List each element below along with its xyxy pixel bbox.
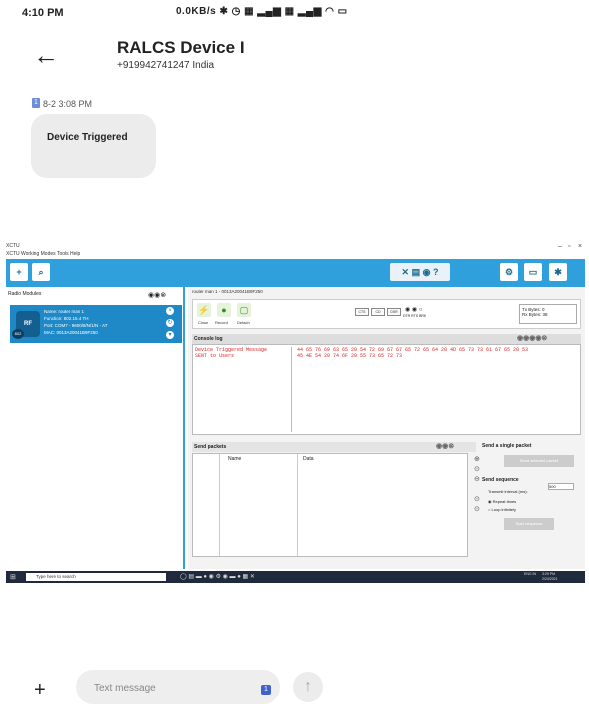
device-menu-icon: ▾ (166, 331, 174, 339)
minimize-icon: – (558, 243, 562, 250)
contact-name: RALCS Device I (117, 38, 245, 57)
send-packets-header: Send packets ◉◉⊗ (192, 442, 476, 452)
message-time: 8-2 3:08 PM (43, 99, 93, 109)
windows-start-icon: ⊞ (10, 574, 16, 581)
start-sequence-button: Start sequence (504, 518, 554, 530)
interval-field: 500 (548, 483, 574, 490)
maximize-icon: ▫ (568, 243, 571, 250)
console-log-title: Console log (194, 336, 223, 342)
column-divider (297, 454, 298, 556)
device-function: Function: 802.15.4 TH (44, 316, 89, 321)
repeat-label: Repeat times (492, 499, 517, 504)
byte-counters: Tx Bytes: 0 Rx Bytes: 38 (519, 304, 577, 324)
close-icon: × (578, 243, 583, 250)
module-controls-icon: ◉◉⊗ (148, 292, 167, 299)
detach-icon: ▢ (237, 303, 251, 317)
send-packets-title: Send packets (194, 444, 227, 450)
radio-modules-header: Radio Modules ◉◉⊗ (8, 291, 181, 301)
packet-list-controls-icon: ⊕ ⊙ ⊖ ⊙ ⊙ (474, 456, 480, 513)
col-name: Name (228, 456, 242, 462)
tools-icon: ✕ ▤ ◉ ? (390, 263, 450, 281)
console-log-header: Console log ◉◉◉◉⊗ (192, 334, 581, 344)
device-name: Name: router man 1 (44, 309, 85, 314)
refresh-device-icon: ↻ (166, 319, 174, 327)
status-time: 4:10 PM (22, 7, 64, 19)
detach-label: Detach (237, 320, 250, 325)
loop-option: ○ Loop infinitely (488, 507, 516, 512)
send-single-packet: Send a single packet Send selected packe… (482, 439, 582, 559)
windows-taskbar: ⊞ Type here to search ◯ ▤ ▬ ● ◉ ⚙ ◉ ▬ ● … (6, 571, 585, 583)
device-tab: router man 1 - 0013A20041B9F250 (192, 289, 263, 294)
add-device-icon: + (10, 263, 28, 281)
taskbar-clock: 3:29 PM (542, 572, 556, 576)
record-label: Record (215, 320, 228, 325)
message-bubble[interactable] (31, 114, 156, 178)
device-badge: 802 (12, 329, 24, 339)
send-selected-button: Send selected packet (504, 455, 574, 467)
column-divider (219, 454, 220, 556)
radio-modules-panel: Radio Modules ◉◉⊗ RF 802 Name: router ma… (6, 287, 185, 569)
cd-indicator: CD (371, 308, 385, 316)
back-arrow-icon[interactable]: ← (33, 42, 59, 68)
console-mode-icon: ▭ (524, 263, 542, 281)
device-card: RF 802 Name: router man 1 Function: 802.… (10, 305, 182, 343)
dsr-indicator: DSR (387, 308, 401, 316)
console-log: Device Triggered Message SENT to Users 4… (192, 344, 581, 435)
radio-modules-label: Radio Modules (8, 291, 42, 297)
device-mac: MAC: 0013A20041B9F250 (44, 330, 98, 335)
console-hex: 44 65 76 69 63 65 20 54 72 69 67 67 65 7… (297, 347, 577, 359)
status-icons: 0.0KB/s ✱ ◷ ▦ ▂▄▆ ▦ ▂▄▆ ◠ ▭ (176, 6, 348, 17)
send-packets-controls-icon: ◉◉⊗ (436, 443, 455, 450)
window-title: XCTU (6, 243, 20, 249)
close-label: Close (198, 320, 209, 325)
toolbar: + ⌕ ✕ ▤ ◉ ? ⚙ ▭ ✱ (6, 259, 585, 287)
send-button[interactable]: ↑ (293, 672, 323, 702)
discover-icon: ⌕ (32, 263, 50, 281)
col-data: Data (303, 456, 314, 462)
console-controls-icon: ◉◉◉◉⊗ (517, 335, 548, 342)
loop-label: Loop infinitely (491, 507, 516, 512)
remove-device-icon: × (166, 307, 174, 315)
hex-line: 45 4E 54 20 74 6F 20 55 73 65 72 73 (297, 353, 403, 359)
close-connection-icon: ⚡ (197, 303, 211, 317)
single-title: Send a single packet (482, 443, 532, 449)
ascii-line: SENT to Users (195, 353, 235, 359)
attached-screenshot[interactable]: XCTU XCTU Working Modes Tools Help – ▫ ×… (0, 241, 589, 583)
taskbar-lang: ENG IN (524, 572, 537, 576)
line-toggle-icon: ◉ ◉ ○ (405, 307, 423, 313)
rx-bytes: Rx Bytes: 38 (522, 312, 548, 317)
taskbar-apps-icon: ◯ ▤ ▬ ● ◉ ⚙ ◉ ▬ ● ▦ ✕ (180, 574, 255, 580)
cts-indicator: CTS (355, 308, 369, 316)
menu-bar: XCTU Working Modes Tools Help (6, 251, 81, 257)
network-mode-icon: ✱ (549, 263, 567, 281)
gear-icon: ⚙ (500, 263, 518, 281)
console-actions: ⚡ ● ▢ Close Record Detach CTS CD DSR ◉ ◉… (192, 299, 581, 329)
sim-select-icon[interactable]: 1 (261, 685, 271, 695)
console-panel: router man 1 - 0013A20041B9F250 ⚡ ● ▢ Cl… (188, 287, 585, 569)
add-attachment-icon[interactable]: + (34, 679, 46, 702)
sim-icon: 1 (32, 98, 40, 108)
taskbar-date: 2/24/2021 (542, 577, 558, 581)
contact-phone: +919942741247 India (117, 60, 215, 71)
console-ascii: Device Triggered Message SENT to Users (195, 347, 292, 432)
repeat-option: ◉ Repeat times (488, 499, 517, 504)
message-text: Device Triggered (47, 132, 128, 143)
device-port: Port: COM7 - 9600/8/N/1/N - AT (44, 323, 108, 328)
record-icon: ● (217, 303, 231, 317)
message-input-placeholder: Text message (94, 683, 156, 694)
line-toggle-labels: DTR RTS BRK (403, 314, 427, 318)
packets-table: Name Data (192, 453, 468, 557)
taskbar-search: Type here to search (26, 573, 166, 581)
